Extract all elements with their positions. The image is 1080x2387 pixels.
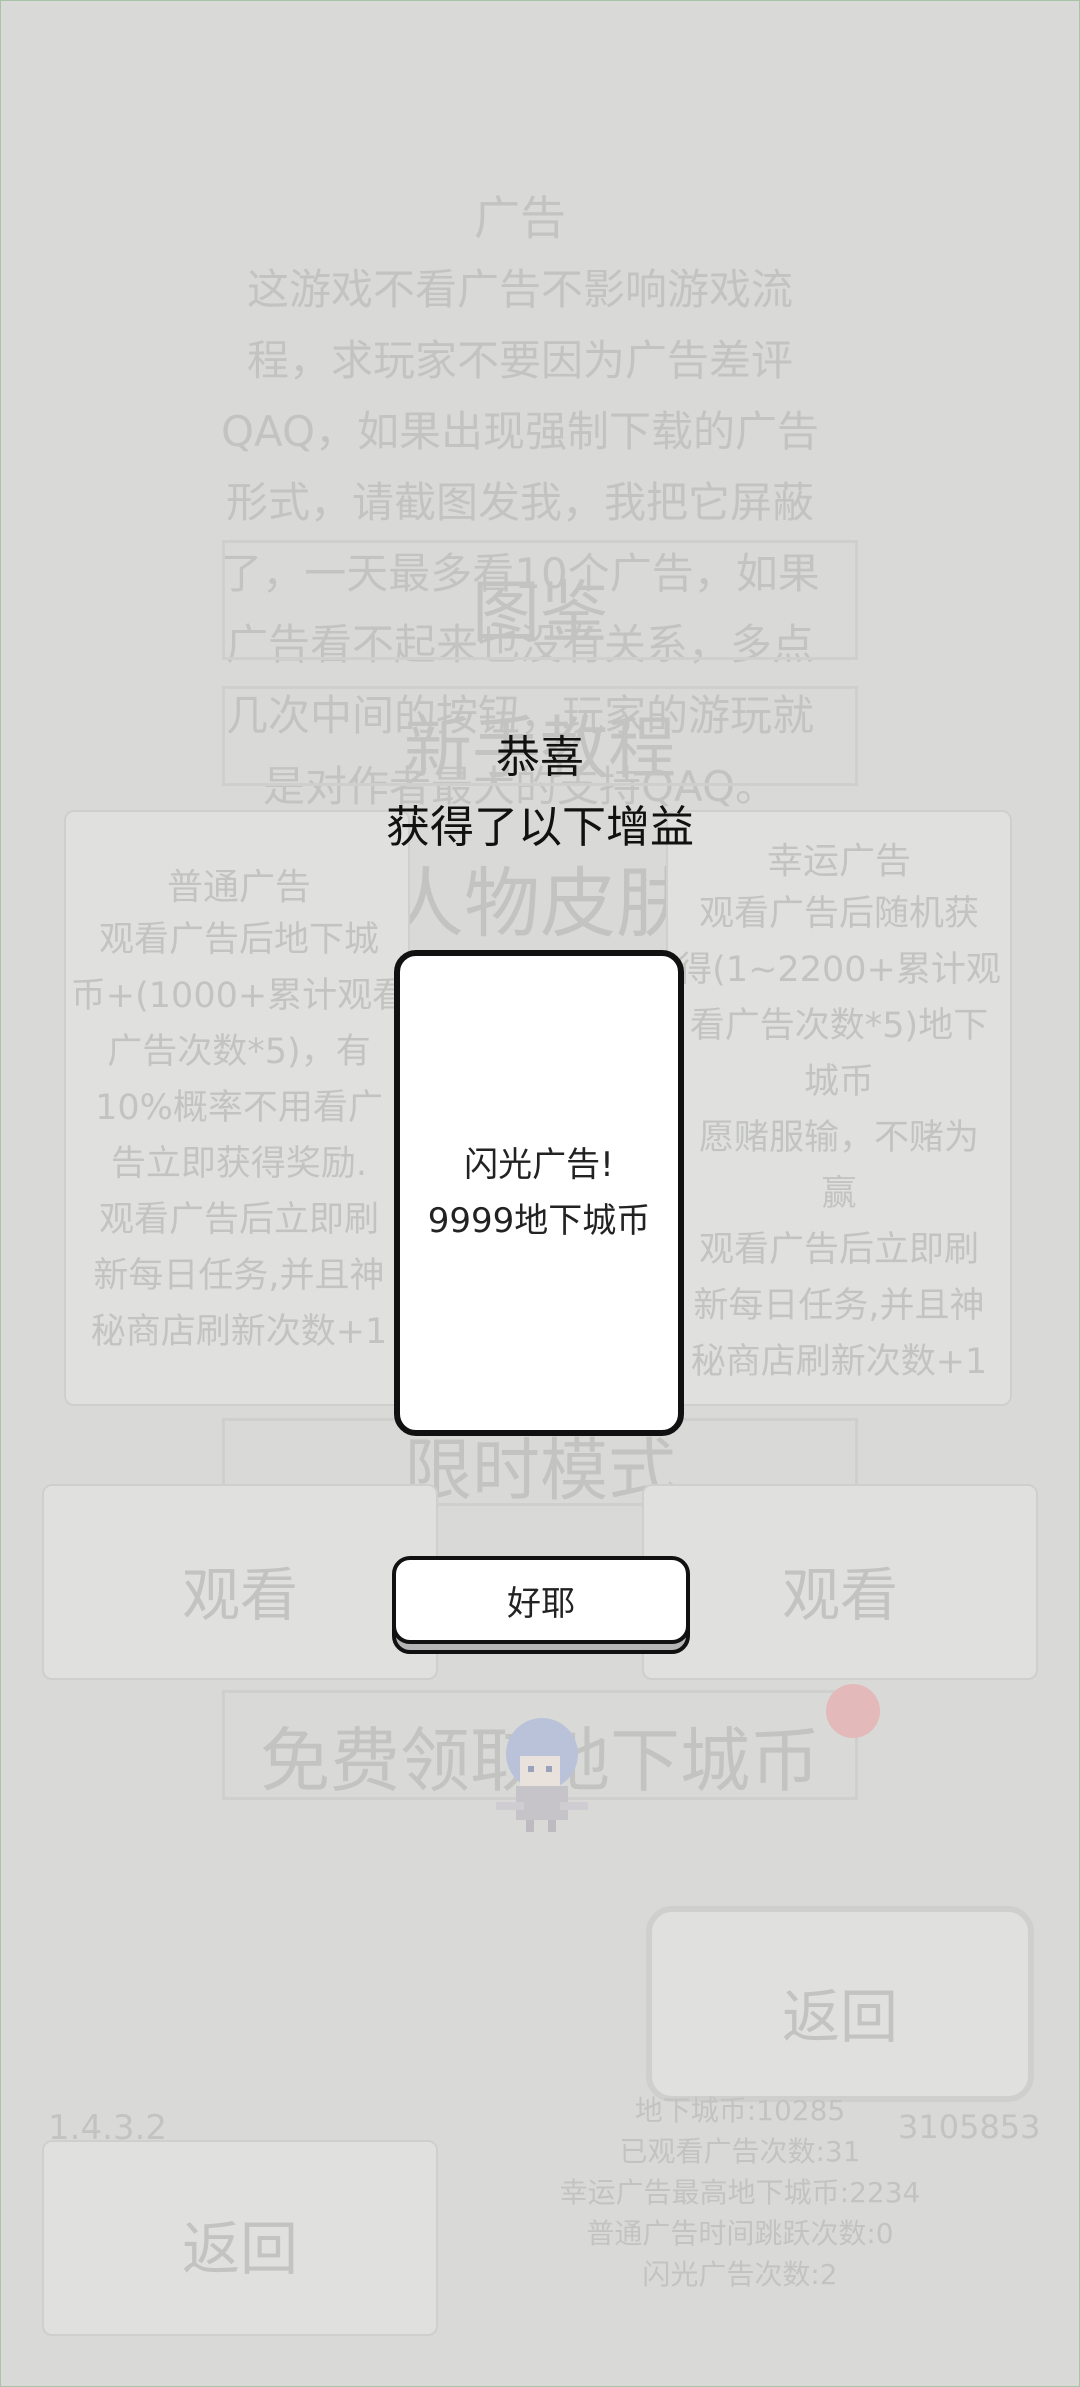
reward-card-text: 闪光广告! 9999地下城币: [427, 1145, 651, 1241]
character-avatar: [496, 1718, 588, 1832]
return-button-right[interactable]: 返回: [646, 1906, 1034, 2102]
dialog-title-congrats: 恭喜: [496, 732, 584, 783]
dialog-title-reward: 获得了以下增益: [386, 802, 694, 853]
stat-coins: 地下城币:10285: [634, 2094, 846, 2127]
stat-ads-watched: 已观看广告次数:31: [619, 2135, 861, 2168]
version-label: 1.4.3.2: [48, 2108, 167, 2148]
menu-item-gallery: 图鉴: [222, 540, 858, 660]
notification-badge: [826, 1684, 880, 1738]
stat-lucky-max: 幸运广告最高地下城币:2234: [559, 2176, 921, 2209]
reward-card: 闪光广告! 9999地下城币: [394, 950, 684, 1436]
normal-ad-watch-button[interactable]: 观看: [42, 1484, 438, 1680]
stat-time-jumps: 普通广告时间跳跃次数:0: [586, 2217, 894, 2250]
lucky-ad-description: 观看广告后随机获 得(1~2200+累计观 看广告次数*5)地下 城币 愿赌服输…: [677, 894, 1001, 1382]
stat-flash-ads: 闪光广告次数:2: [642, 2258, 838, 2291]
lucky-ad-watch-button[interactable]: 观看: [642, 1484, 1038, 1680]
ad-notice-title: 广告: [474, 191, 566, 245]
return-button-left[interactable]: 返回: [42, 2140, 438, 2336]
confirm-button[interactable]: 好耶: [392, 1556, 690, 1644]
normal-ad-description: 观看广告后地下城 币+(1000+累计观看 广告次数*5)，有 10%概率不用看…: [70, 920, 408, 1352]
normal-ad-title: 普通广告: [166, 867, 311, 908]
